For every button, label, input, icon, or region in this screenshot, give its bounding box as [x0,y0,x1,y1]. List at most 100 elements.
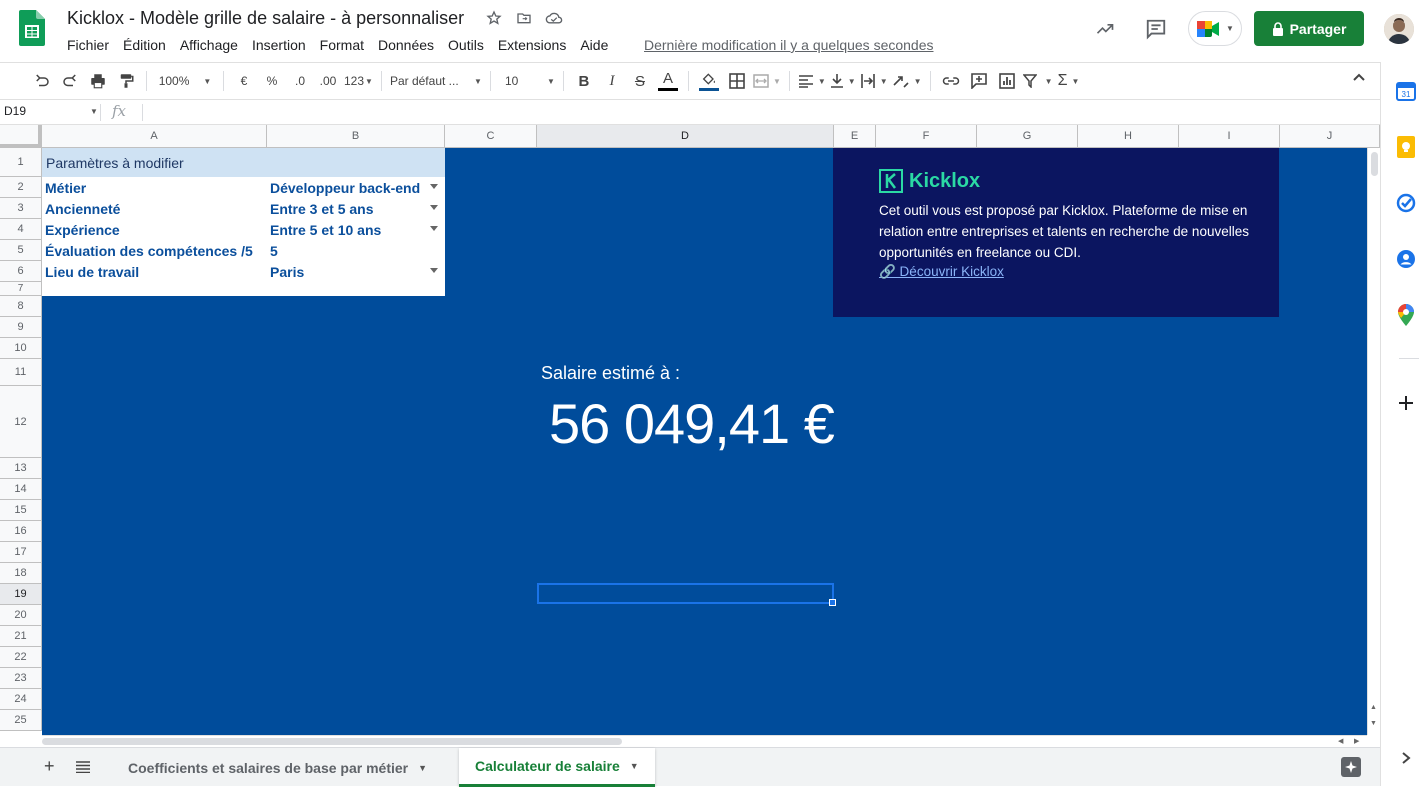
param-value[interactable]: Paris [270,264,304,280]
row-header[interactable]: 11 [0,359,42,386]
chevron-right-icon[interactable] [1395,747,1417,769]
last-edit-link[interactable]: Dernière modification il y a quelques se… [644,37,934,53]
scroll-up-icon[interactable]: ▲ [1370,704,1377,711]
fill-color-icon[interactable] [697,68,721,94]
add-addon-icon[interactable] [1395,392,1417,414]
increase-decimal-button[interactable]: .00 [316,68,340,94]
menu-edit[interactable]: Édition [116,36,173,54]
functions-icon[interactable]: Σ ▼ [1056,68,1080,94]
print-icon[interactable] [86,68,110,94]
dropdown-arrow-icon[interactable] [430,184,438,189]
row-header[interactable]: 24 [0,689,42,710]
meet-button[interactable]: ▼ [1188,11,1242,46]
column-header-i[interactable]: I [1179,125,1280,148]
tasks-icon[interactable] [1395,192,1417,214]
row-header[interactable]: 2 [0,177,42,198]
text-wrap-icon[interactable]: ▼ [860,68,888,94]
row-header[interactable]: 23 [0,668,42,689]
row-header[interactable]: 25 [0,710,42,731]
explore-icon[interactable] [1340,756,1362,778]
row-header[interactable]: 7 [0,282,42,296]
vertical-scroll-thumb[interactable] [1371,152,1378,176]
row-header[interactable]: 6 [0,261,42,282]
insert-chart-icon[interactable] [995,68,1019,94]
param-row-evaluation[interactable]: Évaluation des compétences /5 5 [42,240,445,261]
scroll-right-icon[interactable]: ▶ [1354,737,1359,745]
vertical-scrollbar[interactable]: ▲ ▼ [1367,148,1380,735]
row-header[interactable]: 9 [0,317,42,338]
font-size-select[interactable]: 10 ▼ [499,68,555,94]
keep-icon[interactable] [1395,136,1417,158]
insert-comment-icon[interactable] [967,68,991,94]
zoom-select[interactable]: 100% ▼ [155,68,215,94]
parameters-header[interactable]: Paramètres à modifier [42,148,445,177]
undo-icon[interactable] [30,68,54,94]
row-header[interactable]: 13 [0,458,42,479]
cloud-saved-icon[interactable] [545,9,563,27]
text-rotation-icon[interactable]: ▼ [892,68,922,94]
redo-icon[interactable] [58,68,82,94]
name-box[interactable]: D19 ▼ [4,104,98,118]
vertical-align-icon[interactable]: ▼ [830,68,856,94]
dropdown-arrow-icon[interactable] [430,205,438,210]
column-header-e[interactable]: E [834,125,876,148]
scroll-left-icon[interactable]: ◀ [1338,737,1343,745]
add-sheet-button[interactable]: + [44,756,55,777]
row-header[interactable]: 20 [0,605,42,626]
column-header-f[interactable]: F [876,125,977,148]
collapse-toolbar-icon[interactable] [1352,71,1366,85]
salary-value[interactable]: 56 049,41 € [549,391,835,456]
column-header-d[interactable]: D [537,125,834,148]
menu-extensions[interactable]: Extensions [491,36,573,54]
row-header[interactable]: 14 [0,479,42,500]
decrease-decimal-button[interactable]: .0 [288,68,312,94]
comments-icon[interactable] [1145,18,1167,40]
horizontal-scrollbar[interactable]: ◀ ▶ [42,735,1367,747]
row-header[interactable]: 17 [0,542,42,563]
row-header[interactable]: 15 [0,500,42,521]
param-row-metier[interactable]: Métier Développeur back-end [42,177,445,198]
select-all-corner[interactable] [0,125,42,148]
filter-icon[interactable]: ▼ [1022,68,1052,94]
menu-format[interactable]: Format [313,36,371,54]
menu-tools[interactable]: Outils [441,36,491,54]
param-row-anciennete[interactable]: Ancienneté Entre 3 et 5 ans [42,198,445,219]
row-header[interactable]: 1 [0,148,42,177]
tab-coefficients[interactable]: Coefficients et salaires de base par mét… [112,748,443,787]
row-header[interactable]: 12 [0,386,42,458]
param-value[interactable]: Développeur back-end [270,180,420,196]
merge-cells-icon[interactable]: ▼ [753,68,781,94]
percent-format-button[interactable]: % [260,68,284,94]
row-header[interactable]: 18 [0,563,42,584]
menu-insert[interactable]: Insertion [245,36,313,54]
dropdown-arrow-icon[interactable] [430,226,438,231]
row-header[interactable]: 10 [0,338,42,359]
row-header[interactable]: 22 [0,647,42,668]
bold-button[interactable]: B [572,68,596,94]
row-header[interactable]: 4 [0,219,42,240]
share-button[interactable]: Partager [1254,11,1364,46]
borders-icon[interactable] [725,68,749,94]
paint-format-icon[interactable] [114,68,138,94]
move-folder-icon[interactable] [515,9,533,27]
menu-data[interactable]: Données [371,36,441,54]
column-header-g[interactable]: G [977,125,1078,148]
column-header-j[interactable]: J [1280,125,1380,148]
horizontal-align-icon[interactable]: ▼ [798,68,826,94]
strikethrough-button[interactable]: S [628,68,652,94]
currency-format-button[interactable]: € [232,68,256,94]
insert-link-icon[interactable] [939,68,963,94]
discover-kicklox-link[interactable]: 🔗 Découvrir Kicklox [879,264,1004,280]
column-header-a[interactable]: A [42,125,267,148]
avatar[interactable] [1384,14,1414,44]
trending-icon[interactable] [1094,19,1116,39]
document-title[interactable]: Kicklox - Modèle grille de salaire - à p… [67,8,464,29]
row-header[interactable]: 8 [0,296,42,317]
chevron-down-icon[interactable]: ▼ [418,763,427,773]
param-value[interactable]: 5 [270,243,278,259]
all-sheets-icon[interactable] [76,760,90,778]
chevron-down-icon[interactable]: ▼ [630,761,639,771]
star-icon[interactable] [485,9,503,27]
menu-file[interactable]: Fichier [60,36,116,54]
column-header-c[interactable]: C [445,125,537,148]
